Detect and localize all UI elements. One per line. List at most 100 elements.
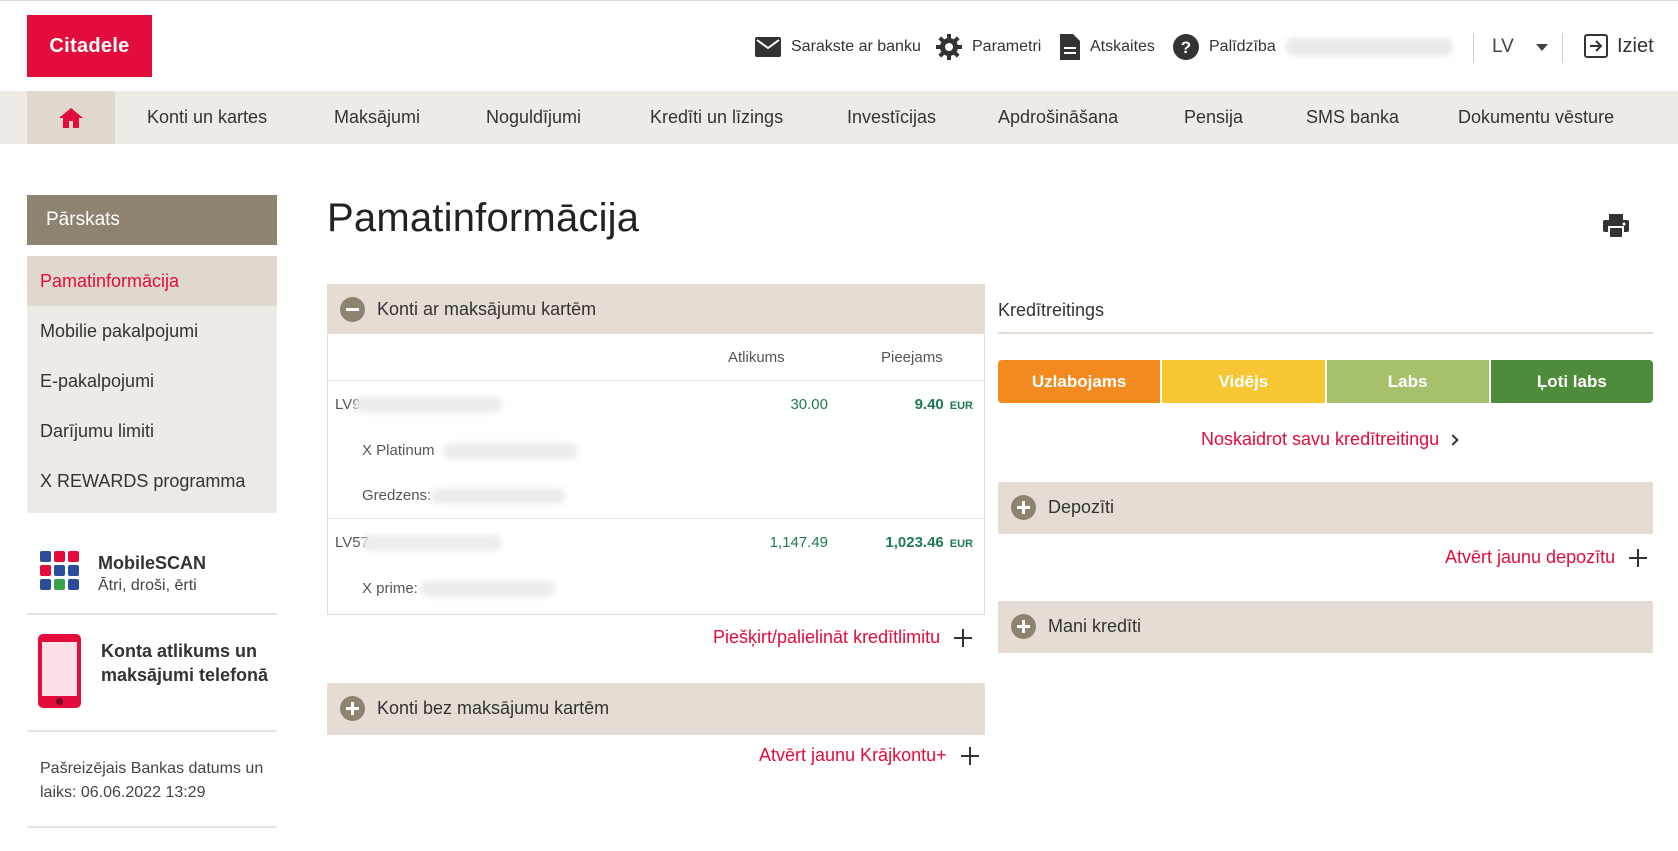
mobilescan-grid-icon — [40, 551, 82, 593]
user-name-blurred — [1285, 38, 1453, 56]
nav-item-payments[interactable]: Maksājumi — [334, 91, 420, 144]
divider — [998, 651, 1653, 653]
phone-banking-text: Konta atlikums un maksājumi telefonā — [101, 641, 269, 685]
help-label: Palīdzība — [1209, 38, 1276, 55]
svg-text:?: ? — [1181, 38, 1191, 57]
home-icon — [59, 107, 83, 128]
nav-item-sms-bank[interactable]: SMS banka — [1306, 91, 1399, 144]
print-button[interactable] — [1603, 214, 1629, 243]
messages-link[interactable]: Sarakste ar banku — [755, 32, 921, 62]
divider — [327, 733, 985, 735]
accounts-with-cards-label: Konti ar maksājumu kartēm — [377, 298, 597, 319]
main-nav: Konti un kartes Maksājumi Noguldījumi Kr… — [0, 91, 1678, 144]
card-name[interactable]: X prime: — [362, 580, 418, 597]
nav-item-deposits[interactable]: Noguldījumi — [486, 91, 581, 144]
card-name[interactable]: X Platinum — [362, 442, 435, 459]
messages-label: Sarakste ar banku — [791, 38, 921, 55]
chevron-down-icon — [1535, 43, 1548, 51]
printer-icon — [1603, 214, 1629, 239]
plus-icon — [1629, 548, 1648, 567]
open-deposit-link-label: Atvērt jaunu depozītu — [1445, 547, 1616, 567]
divider — [27, 826, 277, 828]
column-header-balance: Atlikums — [728, 349, 785, 366]
accounts-without-cards-toggle[interactable]: Konti bez maksājumu kartēm — [327, 683, 985, 733]
open-savings-link[interactable]: Atvērt jaunu Krājkontu+ — [759, 745, 979, 766]
blurred-card-number — [431, 488, 566, 504]
document-icon — [1060, 34, 1080, 60]
expand-icon — [1011, 494, 1036, 520]
rating-level-good[interactable]: Labs — [1326, 360, 1489, 403]
account-balance: 1,147.49 — [769, 534, 828, 551]
logout-label: Iziet — [1617, 34, 1654, 57]
accounts-table: Atlikums Pieejams LV9 30.00 9.40 EUR X Pl… — [327, 335, 985, 615]
collapse-icon — [340, 296, 365, 322]
check-credit-rating-link[interactable]: Noskaidrot savu kredītreitingu — [1201, 429, 1459, 450]
credit-rating-scale: Uzlabojams Vidējs Labs Ļoti labs — [998, 360, 1653, 403]
home-button[interactable] — [27, 91, 115, 144]
help-link[interactable]: ? Palīdzība — [1173, 32, 1276, 62]
account-available: 9.40 EUR — [914, 396, 973, 413]
row-divider — [328, 380, 984, 381]
mobilescan-promo[interactable]: MobileSCAN Ātri, droši, ērti — [27, 535, 277, 615]
chevron-right-icon — [1447, 433, 1459, 446]
nav-item-insurance[interactable]: Apdrošināšana — [998, 91, 1118, 144]
header-divider — [1473, 33, 1474, 63]
mobilescan-title: MobileSCAN — [98, 553, 206, 573]
nav-item-accounts-cards[interactable]: Konti un kartes — [147, 91, 267, 144]
plus-icon — [960, 746, 979, 765]
logout-icon — [1584, 34, 1608, 58]
sidebar-item-basic-info[interactable]: Pamatinformācija — [27, 256, 277, 306]
page-title: Pamatinformācija — [327, 196, 640, 240]
citadele-logo[interactable]: Citadele — [27, 15, 152, 77]
reports-label: Atskaites — [1090, 38, 1155, 55]
accounts-without-cards-label: Konti bez maksājumu kartēm — [377, 697, 610, 718]
settings-label: Parametri — [972, 38, 1042, 55]
bank-date-time: Pašreizējais Bankas datums un laiks: 06.… — [40, 760, 264, 801]
phone-banking-promo[interactable]: Konta atlikums un maksājumi telefonā — [27, 616, 277, 732]
rating-level-improvable[interactable]: Uzlabojams — [998, 360, 1161, 403]
plus-icon — [954, 628, 973, 647]
rating-level-average[interactable]: Vidējs — [1162, 360, 1325, 403]
blurred-account-number — [362, 535, 502, 551]
blurred-card-number — [443, 443, 578, 459]
column-header-available: Pieejams — [881, 349, 943, 366]
blurred-card-number — [420, 581, 555, 597]
open-savings-link-label: Atvērt jaunu Krājkontu+ — [759, 745, 947, 765]
settings-link[interactable]: Parametri — [936, 32, 1041, 62]
logout-button[interactable]: Iziet — [1584, 34, 1654, 58]
sidebar-heading: Pārskats — [27, 195, 277, 245]
gear-icon — [936, 34, 962, 60]
my-loans-label: Mani kredīti — [1048, 615, 1142, 636]
sidebar-item-mobile-services[interactable]: Mobilie pakalpojumi — [27, 306, 277, 356]
expand-icon — [1011, 613, 1036, 639]
open-deposit-link[interactable]: Atvērt jaunu depozītu — [1445, 547, 1648, 568]
blurred-account-number — [354, 397, 502, 413]
credit-limit-link[interactable]: Piešķirt/palielināt kredītlimitu — [713, 627, 973, 648]
my-loans-toggle[interactable]: Mani kredīti — [998, 601, 1653, 651]
divider — [998, 532, 1653, 534]
phone-icon — [38, 634, 81, 708]
nav-item-loans-leasing[interactable]: Kredīti un līzings — [650, 91, 783, 144]
envelope-icon — [755, 37, 781, 57]
reports-link[interactable]: Atskaites — [1060, 32, 1155, 62]
nav-item-pension[interactable]: Pensija — [1184, 91, 1243, 144]
mobilescan-subtitle: Ātri, droši, ērti — [98, 577, 197, 594]
language-select[interactable]: LV — [1492, 36, 1548, 58]
accounts-with-cards-toggle[interactable]: Konti ar maksājumu kartēm — [327, 284, 985, 334]
divider — [998, 332, 1653, 334]
nav-item-document-history[interactable]: Dokumentu vēsture — [1458, 91, 1614, 144]
credit-rating-title: Kredītreitings — [998, 300, 1105, 320]
row-divider — [328, 518, 984, 519]
header-divider — [1562, 33, 1563, 63]
sidebar-item-x-rewards[interactable]: X REWARDS programma — [27, 456, 277, 506]
top-border — [0, 0, 1678, 1]
sidebar-item-e-services[interactable]: E-pakalpojumi — [27, 356, 277, 406]
nav-item-investments[interactable]: Investīcijas — [847, 91, 936, 144]
help-icon: ? — [1173, 34, 1199, 60]
card-name[interactable]: Gredzens: — [362, 487, 431, 504]
rating-level-very-good[interactable]: Ļoti labs — [1490, 360, 1653, 403]
account-balance: 30.00 — [790, 396, 828, 413]
sidebar-item-transaction-limits[interactable]: Darījumu limiti — [27, 406, 277, 456]
deposits-toggle[interactable]: Depozīti — [998, 482, 1653, 532]
expand-icon — [340, 695, 365, 721]
